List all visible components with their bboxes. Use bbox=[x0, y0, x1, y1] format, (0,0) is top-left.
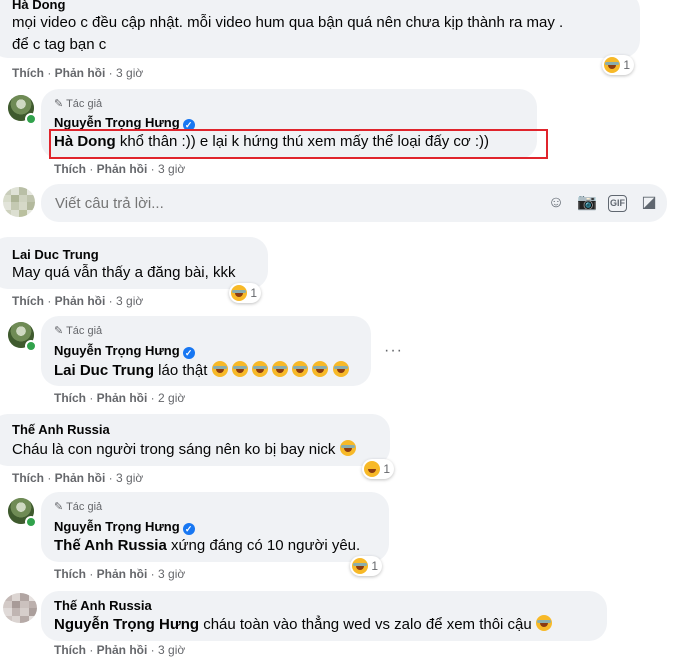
comment-actions: Thích · Phản hồi · 3 giờ bbox=[54, 643, 186, 657]
comment-actions: Thích · Phản hồi · 2 giờ bbox=[54, 391, 186, 405]
commenter-name[interactable]: Hà Dong bbox=[12, 0, 65, 12]
haha-icon bbox=[231, 285, 247, 301]
timestamp: 3 giờ bbox=[116, 471, 144, 485]
comment-bubble bbox=[0, 237, 268, 289]
like-button[interactable]: Thích bbox=[12, 66, 44, 80]
comment-text: May quá vẫn thấy a đăng bài, kkk bbox=[12, 264, 236, 281]
haha-icon bbox=[211, 361, 349, 379]
reaction-badge[interactable]: 1 bbox=[362, 459, 395, 479]
mention-link[interactable]: Nguyễn Trọng Hưng bbox=[54, 616, 199, 633]
reaction-count: 1 bbox=[250, 286, 258, 300]
reply-button[interactable]: Phản hồi bbox=[55, 471, 106, 485]
timestamp: 3 giờ bbox=[158, 643, 186, 657]
reply-button[interactable]: Phản hồi bbox=[97, 643, 148, 657]
online-status-icon bbox=[25, 516, 37, 528]
verified-icon: ✓ bbox=[182, 347, 195, 359]
commenter-name[interactable]: Thế Anh Russia bbox=[54, 598, 152, 613]
comment-actions: Thích · Phản hồi · 3 giờ bbox=[54, 162, 186, 176]
author-label: ✎ Tác giả bbox=[54, 501, 103, 513]
commenter-name[interactable]: Nguyễn Trọng Hưng ✓ bbox=[54, 343, 195, 359]
comment-actions: Thích · Phản hồi · 3 giờ bbox=[12, 66, 144, 80]
reaction-count: 1 bbox=[371, 559, 379, 573]
camera-icon[interactable]: 📷 bbox=[577, 193, 597, 213]
reaction-count: 1 bbox=[623, 58, 631, 72]
mention-link[interactable]: Thế Anh Russia bbox=[54, 537, 167, 554]
commenter-name[interactable]: Lai Duc Trung bbox=[12, 247, 99, 262]
reply-button[interactable]: Phản hồi bbox=[97, 391, 148, 405]
comment-text: mọi video c đều cập nhật. mỗi video hum … bbox=[12, 14, 564, 31]
pencil-icon: ✎ bbox=[54, 501, 64, 513]
timestamp: 3 giờ bbox=[158, 162, 186, 176]
reply-input[interactable] bbox=[53, 194, 517, 213]
pencil-icon: ✎ bbox=[54, 325, 64, 337]
comment-actions: Thích · Phản hồi · 3 giờ bbox=[12, 294, 144, 308]
reaction-badge[interactable]: 1 bbox=[350, 556, 383, 576]
wow-icon bbox=[364, 461, 380, 477]
more-options-icon[interactable]: ··· bbox=[384, 342, 403, 360]
sticker-icon[interactable]: ◪ bbox=[639, 193, 659, 213]
timestamp: 2 giờ bbox=[158, 391, 186, 405]
reply-button[interactable]: Phản hồi bbox=[97, 162, 148, 176]
gif-icon[interactable]: GIF bbox=[608, 195, 627, 212]
haha-icon bbox=[535, 615, 552, 631]
mention-link[interactable]: Lai Duc Trung bbox=[54, 362, 154, 379]
commenter-name[interactable]: Thế Anh Russia bbox=[12, 422, 110, 437]
author-label: ✎ Tác giả bbox=[54, 98, 103, 110]
highlight-box bbox=[49, 129, 548, 159]
avatar bbox=[3, 187, 35, 217]
verified-icon: ✓ bbox=[182, 523, 195, 535]
comment-text: Cháu là con người trong sáng nên ko bị b… bbox=[12, 440, 356, 458]
like-button[interactable]: Thích bbox=[12, 471, 44, 485]
reply-text: Thế Anh Russia xứng đáng có 10 người yêu… bbox=[54, 537, 361, 554]
online-status-icon bbox=[25, 113, 37, 125]
timestamp: 3 giờ bbox=[116, 294, 144, 308]
reaction-badge[interactable]: 1 bbox=[602, 55, 635, 75]
pencil-icon: ✎ bbox=[54, 98, 64, 110]
comment-text: để c tag bạn c bbox=[12, 36, 107, 53]
like-button[interactable]: Thích bbox=[54, 567, 86, 581]
timestamp: 3 giờ bbox=[116, 66, 144, 80]
timestamp: 3 giờ bbox=[158, 567, 186, 581]
reply-button[interactable]: Phản hồi bbox=[55, 294, 106, 308]
reply-button[interactable]: Phản hồi bbox=[55, 66, 106, 80]
like-button[interactable]: Thích bbox=[54, 391, 86, 405]
like-button[interactable]: Thích bbox=[54, 643, 86, 657]
comment-actions: Thích · Phản hồi · 3 giờ bbox=[54, 567, 186, 581]
haha-icon bbox=[352, 558, 368, 574]
reply-button[interactable]: Phản hồi bbox=[97, 567, 148, 581]
reply-text: Nguyễn Trọng Hưng cháu toàn vào thẳng we… bbox=[54, 615, 552, 633]
reaction-count: 1 bbox=[383, 462, 391, 476]
reply-input-box[interactable]: ☺ 📷 GIF ◪ bbox=[41, 184, 667, 222]
online-status-icon bbox=[25, 340, 37, 352]
commenter-name[interactable]: Nguyễn Trọng Hưng ✓ bbox=[54, 519, 195, 535]
like-button[interactable]: Thích bbox=[54, 162, 86, 176]
author-label: ✎ Tác giả bbox=[54, 325, 103, 337]
haha-icon bbox=[604, 57, 620, 73]
haha-icon bbox=[339, 440, 356, 456]
reaction-badge[interactable]: 1 bbox=[229, 283, 262, 303]
reply-text: Lai Duc Trung láo thật bbox=[54, 361, 349, 379]
like-button[interactable]: Thích bbox=[12, 294, 44, 308]
comment-actions: Thích · Phản hồi · 3 giờ bbox=[12, 471, 144, 485]
avatar[interactable] bbox=[3, 593, 37, 623]
emoji-icon[interactable]: ☺ bbox=[546, 193, 566, 213]
